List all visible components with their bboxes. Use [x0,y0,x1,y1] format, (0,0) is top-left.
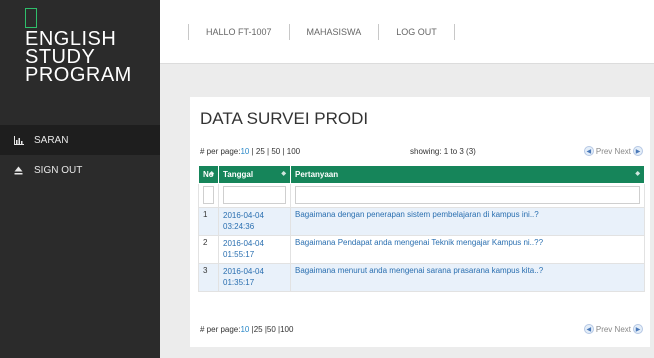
per-page-selector: # per page:10 | 25 | 50 | 100 [200,147,300,156]
row-date: 2016-04-04 01:55:17 [218,235,291,264]
nav-log-out[interactable]: LOG OUT [379,27,454,37]
table-row[interactable]: 2 2016-04-04 01:55:17 Bagaimana Pendapat … [198,235,645,264]
sidebar-item-saran[interactable]: SARAN [0,125,160,155]
page-title: DATA SURVEI PRODI [200,109,369,128]
row-question[interactable]: Bagaimana menurut anda mengenai sarana p… [290,263,645,292]
column-header-pertanyaan[interactable]: Pertanyaan ◆ [290,165,645,184]
logo-icon [25,8,37,28]
row-question[interactable]: Bagaimana dengan penerapan sistem pembel… [290,207,645,236]
next-button[interactable]: Next [615,325,631,334]
column-header-tanggal[interactable]: Tanggal ◆ [218,165,291,184]
brand-title: ENGLISH STUDY PROGRAM [25,29,132,86]
filter-no-input[interactable] [203,186,214,204]
prev-button[interactable]: Prev [596,325,612,334]
pager-bottom: ◀ Prev Next ▶ [582,324,645,334]
sidebar-menu: SARAN SIGN OUT [0,125,160,185]
row-no: 2 [198,235,219,264]
sort-icon[interactable]: ◆ [281,170,286,177]
sort-icon[interactable]: ◆ [209,170,214,177]
table-footer: # per page:10 |25 |50 |100 ◀ Prev Next ▶ [200,324,645,334]
footer-per-page-selector: # per page:10 |25 |50 |100 [200,325,645,334]
column-header-no[interactable]: No ◆ [198,165,219,184]
sort-icon[interactable]: ◆ [635,170,640,177]
row-date: 2016-04-04 03:24:36 [218,207,291,236]
nav-separator [453,24,455,40]
per-page-label: # per page: [200,325,241,334]
row-no: 3 [198,263,219,292]
prev-button[interactable]: Prev [596,147,612,156]
row-question[interactable]: Bagaimana Pendapat anda mengenai Teknik … [290,235,645,264]
per-page-label: # per page: [200,147,241,156]
nav-mahasiswa[interactable]: MAHASISWA [290,27,379,37]
table-toolbar: # per page:10 | 25 | 50 | 100 showing: 1… [200,145,645,159]
nav-hallo-user[interactable]: HALLO FT-1007 [189,27,289,37]
next-button[interactable]: Next [615,147,631,156]
prev-icon[interactable]: ◀ [583,324,594,334]
brand-line-3: PROGRAM [25,64,132,86]
per-page-options[interactable]: |25 |50 |100 [249,325,294,334]
next-icon[interactable]: ▶ [633,146,643,156]
chart-icon [14,135,28,145]
pager-top: ◀ Prev Next ▶ [582,146,645,156]
next-icon[interactable]: ▶ [633,324,643,334]
prev-icon[interactable]: ◀ [583,146,594,156]
filter-pertanyaan-input[interactable] [295,186,640,204]
sidebar-item-sign-out[interactable]: SIGN OUT [0,155,160,185]
survey-table: No ◆ Tanggal ◆ Pertanyaan ◆ 1 2016-04-04 03:… [198,165,645,292]
table-row[interactable]: 1 2016-04-04 03:24:36 Bagaimana dengan pe… [198,207,645,236]
sidebar: ENGLISH STUDY PROGRAM SARAN SIGN OUT [0,0,160,358]
row-no: 1 [198,207,219,236]
showing-count: showing: 1 to 3 (3) [410,147,476,156]
filter-tanggal-input[interactable] [223,186,286,204]
sidebar-item-label: SIGN OUT [34,164,83,176]
eject-icon [14,166,28,175]
table-row[interactable]: 3 2016-04-04 01:35:17 Bagaimana menurut a… [198,263,645,292]
top-navbar: HALLO FT-1007 MAHASISWA LOG OUT [160,0,654,64]
survey-panel: DATA SURVEI PRODI # per page:10 | 25 | 5… [190,97,650,347]
row-date: 2016-04-04 01:35:17 [218,263,291,292]
per-page-options[interactable]: | 25 | 50 | 100 [249,147,301,156]
sidebar-item-label: SARAN [34,134,69,146]
